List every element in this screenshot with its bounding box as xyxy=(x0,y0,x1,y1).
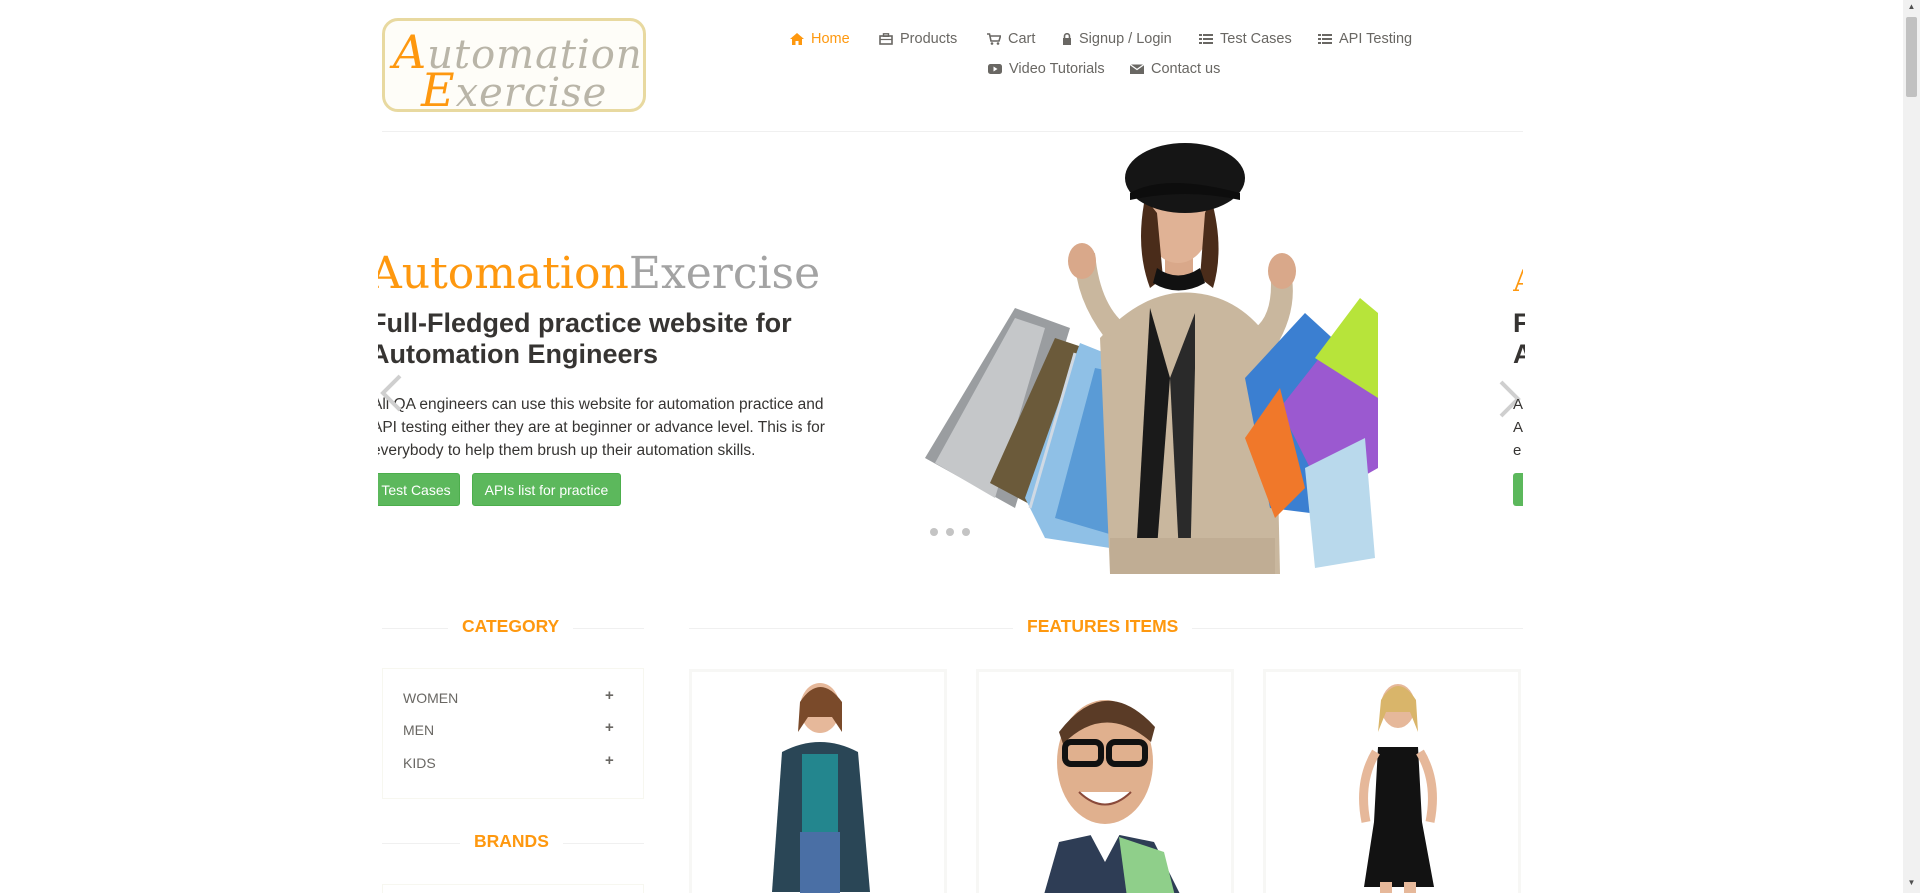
product-image xyxy=(692,672,944,893)
category-panel: WOMEN + MEN + KIDS + xyxy=(382,668,644,799)
youtube-play-icon xyxy=(988,64,1002,74)
next-slide-text-peek: e xyxy=(1513,442,1522,459)
nav-cart[interactable]: Cart xyxy=(987,31,1035,47)
product-image xyxy=(979,672,1231,893)
chevron-left-icon xyxy=(380,374,402,412)
slider-dot[interactable] xyxy=(946,528,954,536)
next-slide-title-peek: A xyxy=(1513,264,1523,299)
category-title: CATEGORY xyxy=(448,616,574,637)
site-logo[interactable]: Automation Exercise xyxy=(382,18,646,112)
product-card xyxy=(976,669,1234,893)
slide-title: AutomationExercise xyxy=(378,248,820,299)
category-kids[interactable]: KIDS xyxy=(403,755,436,771)
nav-home[interactable]: Home xyxy=(790,31,850,47)
next-slide-text-peek: A xyxy=(1513,396,1523,413)
category-women[interactable]: WOMEN xyxy=(403,690,458,706)
nav-label: Video Tutorials xyxy=(1009,61,1105,77)
briefcase-icon xyxy=(879,33,893,45)
header-divider xyxy=(382,131,1523,132)
nav-label: Contact us xyxy=(1151,61,1221,77)
brands-panel xyxy=(382,884,644,893)
scrollbar-thumb[interactable] xyxy=(1906,17,1917,97)
home-icon xyxy=(790,33,804,45)
nav-label: Test Cases xyxy=(1220,31,1292,47)
next-slide-heading-peek: F xyxy=(1513,308,1525,338)
nav-api-testing[interactable]: API Testing xyxy=(1318,31,1412,47)
slider-indicators xyxy=(930,528,970,536)
scroll-up-icon[interactable]: ▲ xyxy=(1906,2,1917,16)
brands-title: BRANDS xyxy=(460,831,563,852)
apis-list-button[interactable]: APIs list for practice xyxy=(472,473,621,506)
next-slide-heading-peek: A xyxy=(1513,339,1525,369)
nav-signup-login[interactable]: Signup / Login xyxy=(1062,31,1172,47)
test-cases-button[interactable]: Test Cases xyxy=(378,473,460,506)
nav-label: API Testing xyxy=(1339,31,1413,47)
slider-prev-arrow[interactable] xyxy=(380,372,402,423)
nav-label: Cart xyxy=(1008,31,1036,47)
nav-video-tutorials[interactable]: Video Tutorials xyxy=(988,61,1105,77)
product-card xyxy=(689,669,947,893)
nav-contact-us[interactable]: Contact us xyxy=(1130,61,1220,77)
nav-label: Home xyxy=(811,31,850,47)
slider-dot[interactable] xyxy=(962,528,970,536)
cart-icon xyxy=(987,33,1001,45)
slide-title-part: Exercise xyxy=(628,248,821,299)
nav-test-cases[interactable]: Test Cases xyxy=(1199,31,1292,47)
slide-heading: Full-Fledged practice website for Automa… xyxy=(378,308,792,369)
features-title: FEATURES ITEMS xyxy=(1013,616,1193,637)
list-icon xyxy=(1318,34,1332,44)
shopping-girl-image xyxy=(925,143,1378,574)
logo-letter: E xyxy=(421,63,456,112)
slide-description: All QA engineers can use this website fo… xyxy=(378,396,825,459)
product-card xyxy=(1263,669,1521,893)
nav-label: Products xyxy=(900,31,958,47)
vertical-scrollbar[interactable] xyxy=(1903,0,1920,893)
plus-icon[interactable]: + xyxy=(605,719,614,736)
list-icon xyxy=(1199,34,1213,44)
product-image xyxy=(1266,672,1518,893)
slider-dot[interactable] xyxy=(930,528,938,536)
plus-icon[interactable]: + xyxy=(605,687,614,704)
page: Automation Exercise Home Products Cart S… xyxy=(0,0,1903,893)
nav-label: Signup / Login xyxy=(1079,31,1172,47)
slider-text-area: AutomationExercise Full-Fledged practice… xyxy=(378,240,858,530)
lock-icon xyxy=(1063,33,1071,45)
next-slide-text-peek: A xyxy=(1513,419,1523,436)
plus-icon[interactable]: + xyxy=(605,752,614,769)
slide-title-part: Automation xyxy=(378,248,629,299)
nav-products[interactable]: Products xyxy=(879,31,957,47)
next-slide-button-peek[interactable] xyxy=(1513,473,1523,506)
category-men[interactable]: MEN xyxy=(403,722,434,738)
envelope-icon xyxy=(1130,64,1144,74)
scroll-down-icon[interactable]: ▼ xyxy=(1906,878,1917,892)
logo-text: xercise xyxy=(455,70,608,112)
